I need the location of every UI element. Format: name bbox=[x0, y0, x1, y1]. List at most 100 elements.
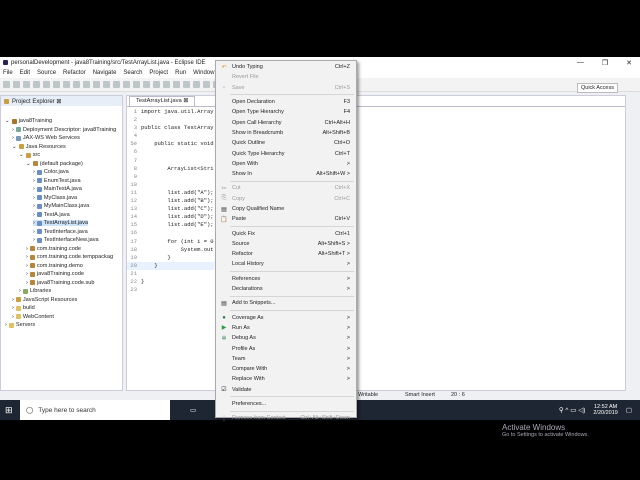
expand-arrow-icon[interactable]: ⌄ bbox=[5, 118, 10, 124]
expand-arrow-icon[interactable]: › bbox=[26, 280, 28, 286]
expand-arrow-icon[interactable]: › bbox=[33, 203, 35, 209]
expand-arrow-icon[interactable]: › bbox=[26, 254, 28, 260]
expand-arrow-icon[interactable]: › bbox=[33, 220, 35, 226]
windows-start-icon[interactable]: ⊞ bbox=[5, 405, 13, 416]
menu-item-debug-as[interactable]: ✲ Debug As > bbox=[216, 333, 356, 343]
expand-arrow-icon[interactable]: › bbox=[5, 322, 7, 328]
menu-item-declarations[interactable]: Declarations > bbox=[216, 284, 356, 294]
tree-item[interactable]: › com.training.demo bbox=[26, 263, 83, 269]
menu-item-run-as[interactable]: ▶ Run As > bbox=[216, 323, 356, 333]
minimize-button[interactable]: — bbox=[577, 59, 584, 67]
tree-item[interactable]: › build bbox=[12, 305, 35, 311]
menu-item-show-in[interactable]: Show In Alt+Shift+W > bbox=[216, 169, 356, 179]
menu-item-refactor[interactable]: Refactor Alt+Shift+T > bbox=[216, 249, 356, 259]
toolbar-button-icon[interactable] bbox=[203, 81, 210, 88]
toolbar-button-icon[interactable] bbox=[193, 81, 200, 88]
menu-search[interactable]: Search bbox=[123, 70, 142, 76]
menu-item-team[interactable]: Team > bbox=[216, 354, 356, 364]
expand-arrow-icon[interactable]: › bbox=[33, 212, 35, 218]
expand-arrow-icon[interactable]: › bbox=[12, 297, 14, 303]
tree-item[interactable]: › TestInterfaceNew.java bbox=[33, 237, 99, 243]
maximize-button[interactable]: ❐ bbox=[602, 59, 608, 67]
menu-item-coverage-as[interactable]: ● Coverage As > bbox=[216, 313, 356, 323]
tree-item[interactable]: › JavaScript Resources bbox=[12, 297, 77, 303]
menu-item-replace-with[interactable]: Replace With > bbox=[216, 374, 356, 384]
tree-item[interactable]: › Color.java bbox=[33, 169, 69, 175]
toolbar-button-icon[interactable] bbox=[33, 81, 40, 88]
expand-arrow-icon[interactable]: › bbox=[33, 229, 35, 235]
menu-edit[interactable]: Edit bbox=[20, 70, 30, 76]
expand-arrow-icon[interactable]: › bbox=[33, 237, 35, 243]
menu-file[interactable]: File bbox=[3, 70, 13, 76]
tree-item[interactable]: › WebContent bbox=[12, 314, 54, 320]
toolbar-button-icon[interactable] bbox=[123, 81, 130, 88]
menu-item-remove-from-context[interactable]: ⋮ Remove from Context Ctrl+Alt+Shift+Down bbox=[216, 413, 356, 423]
toolbar-button-icon[interactable] bbox=[93, 81, 100, 88]
tree-item[interactable]: › TestA.java bbox=[33, 212, 70, 218]
toolbar-button-icon[interactable] bbox=[53, 81, 60, 88]
tree-item[interactable]: › Servers bbox=[5, 322, 35, 328]
menu-item-compare-with[interactable]: Compare With > bbox=[216, 364, 356, 374]
tree-item[interactable]: › Libraries bbox=[19, 288, 51, 294]
taskbar-search[interactable]: ◯ Type here to search bbox=[20, 400, 170, 420]
tree-item[interactable]: ⌄ src bbox=[19, 152, 40, 158]
toolbar-button-icon[interactable] bbox=[13, 81, 20, 88]
menu-item-paste[interactable]: 📋 Paste Ctrl+V bbox=[216, 214, 356, 224]
close-button[interactable]: ✕ bbox=[626, 59, 632, 67]
expand-arrow-icon[interactable]: › bbox=[19, 288, 21, 294]
menu-source[interactable]: Source bbox=[37, 70, 56, 76]
editor[interactable]: TestArrayList.java ⊠ 1 import java.util.A… bbox=[126, 95, 626, 391]
expand-arrow-icon[interactable]: › bbox=[33, 169, 35, 175]
tree-item[interactable]: › com.training.code bbox=[26, 246, 81, 252]
menu-item-references[interactable]: References > bbox=[216, 274, 356, 284]
menu-item-cut[interactable]: ✂ Cut Ctrl+X bbox=[216, 183, 356, 193]
tree-item[interactable]: › java8Training.code.sub bbox=[26, 280, 95, 286]
tree-item[interactable]: › Deployment Descriptor: java8Training bbox=[12, 127, 116, 133]
toolbar-button-icon[interactable] bbox=[173, 81, 180, 88]
toolbar-button-icon[interactable] bbox=[163, 81, 170, 88]
menu-item-undo-typing[interactable]: ↶ Undo Typing Ctrl+Z bbox=[216, 62, 356, 72]
expand-arrow-icon[interactable]: › bbox=[26, 246, 28, 252]
toolbar-button-icon[interactable] bbox=[83, 81, 90, 88]
menu-item-copy-qualified-name[interactable]: ▤ Copy Qualified Name bbox=[216, 204, 356, 214]
tray-icons[interactable]: ⚲ ^ ▭ ◁) bbox=[559, 406, 586, 414]
expand-arrow-icon[interactable]: › bbox=[12, 305, 14, 311]
menu-item-open-with[interactable]: Open With > bbox=[216, 159, 356, 169]
expand-arrow-icon[interactable]: › bbox=[26, 263, 28, 269]
toolbar-button-icon[interactable] bbox=[133, 81, 140, 88]
menu-item-quick-type-hierarchy[interactable]: Quick Type Hierarchy Ctrl+T bbox=[216, 148, 356, 158]
toolbar-button-icon[interactable] bbox=[153, 81, 160, 88]
menu-item-revert-file[interactable]: Revert File bbox=[216, 72, 356, 82]
menu-item-open-type-hierarchy[interactable]: Open Type Hierarchy F4 bbox=[216, 107, 356, 117]
menu-item-add-to-snippets[interactable]: ▤ Add to Snippets... bbox=[216, 298, 356, 308]
tree-item[interactable]: › JAX-WS Web Services bbox=[12, 135, 80, 141]
expand-arrow-icon[interactable]: ⌄ bbox=[12, 144, 17, 150]
menu-item-copy[interactable]: ⎘ Copy Ctrl+C bbox=[216, 194, 356, 204]
task-view-icon[interactable]: ▭ bbox=[190, 406, 196, 414]
menu-item-quick-fix[interactable]: Quick Fix Ctrl+1 bbox=[216, 228, 356, 238]
menu-project[interactable]: Project bbox=[149, 70, 168, 76]
tree-item[interactable]: › MyClass.java bbox=[33, 195, 77, 201]
toolbar-button-icon[interactable] bbox=[143, 81, 150, 88]
menu-run[interactable]: Run bbox=[175, 70, 186, 76]
toolbar-button-icon[interactable] bbox=[3, 81, 10, 88]
expand-arrow-icon[interactable]: › bbox=[12, 127, 14, 133]
menu-item-local-history[interactable]: Local History > bbox=[216, 259, 356, 269]
toolbar-button-icon[interactable] bbox=[63, 81, 70, 88]
expand-arrow-icon[interactable]: › bbox=[26, 271, 28, 277]
tree-item[interactable]: › com.training.code.temppackag bbox=[26, 254, 113, 260]
menu-item-preferences[interactable]: Preferences... bbox=[216, 399, 356, 409]
toolbar-button-icon[interactable] bbox=[23, 81, 30, 88]
expand-arrow-icon[interactable]: ⌄ bbox=[19, 152, 24, 158]
toolbar-button-icon[interactable] bbox=[73, 81, 80, 88]
menu-item-validate[interactable]: ☑ Validate bbox=[216, 385, 356, 395]
expand-arrow-icon[interactable]: › bbox=[33, 186, 35, 192]
tree-item[interactable]: › MainTestA.java bbox=[33, 186, 82, 192]
clock-date[interactable]: 2/20/2019 bbox=[593, 410, 617, 416]
menu-item-show-in-breadcrumb[interactable]: Show in Breadcrumb Alt+Shift+B bbox=[216, 128, 356, 138]
toolbar-button-icon[interactable] bbox=[183, 81, 190, 88]
toolbar-button-icon[interactable] bbox=[43, 81, 50, 88]
expand-arrow-icon[interactable]: › bbox=[12, 135, 14, 141]
toolbar-button-icon[interactable] bbox=[103, 81, 110, 88]
tree-item[interactable]: › java8Training.code bbox=[26, 271, 84, 277]
